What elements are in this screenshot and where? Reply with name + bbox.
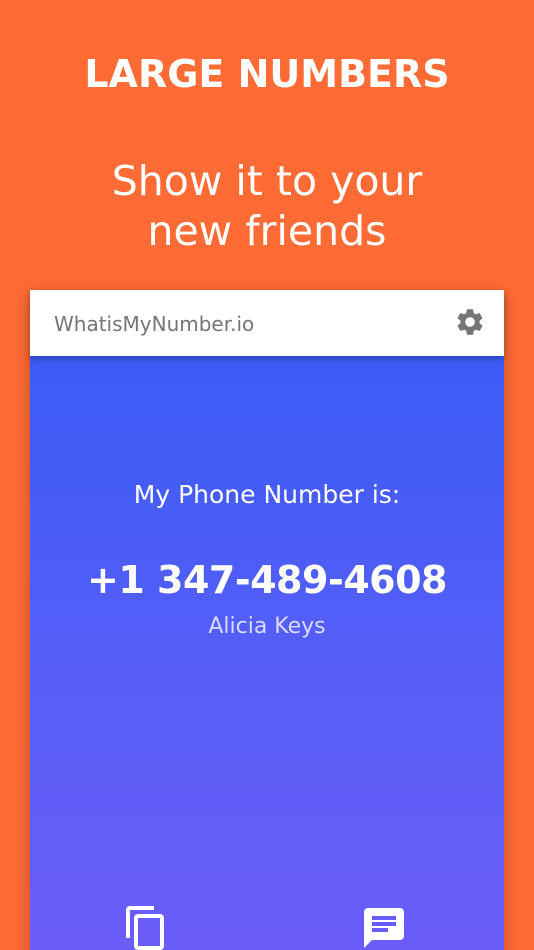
number-label: My Phone Number is: (133, 480, 401, 509)
gear-icon (457, 309, 483, 335)
copy-button[interactable] (122, 904, 170, 950)
promo-headline: LARGE NUMBERS (84, 52, 450, 96)
owner-name: Alicia Keys (208, 614, 326, 639)
promo-subline-line-2: new friends (147, 207, 387, 255)
promo-screen: LARGE NUMBERS Show it to your new friend… (0, 0, 534, 950)
promo-subline-line-1: Show it to your (111, 157, 423, 205)
message-button[interactable] (360, 904, 408, 950)
phone-number: +1 347-489-4608 (87, 558, 447, 602)
promo-subline: Show it to your new friends (0, 156, 534, 256)
number-panel: My Phone Number is: +1 347-489-4608 Alic… (30, 356, 504, 950)
copy-icon (126, 906, 164, 950)
app-bar: WhatisMyNumber.io (30, 290, 504, 356)
app-title: WhatisMyNumber.io (54, 312, 255, 336)
message-icon (364, 908, 404, 948)
settings-button[interactable] (454, 306, 486, 338)
phone-mockup: WhatisMyNumber.io My Phone Number is: +1… (30, 290, 504, 950)
